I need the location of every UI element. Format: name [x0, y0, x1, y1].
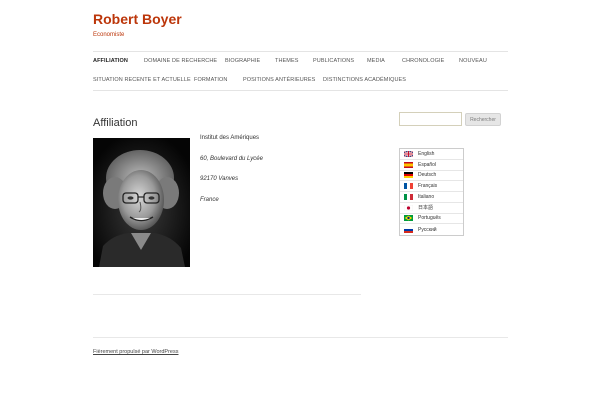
address-institution: Institut des Amériques	[200, 135, 260, 141]
language-item-english[interactable]: English	[400, 149, 463, 160]
search-input[interactable]	[399, 112, 462, 126]
japan-flag-icon	[404, 204, 413, 211]
russia-flag-icon	[404, 226, 413, 233]
content-divider	[93, 294, 361, 295]
language-item-russian[interactable]: Русский	[400, 224, 463, 235]
uk-flag-icon	[404, 150, 413, 157]
nav-item-formation[interactable]: FORMATION	[194, 77, 228, 83]
language-switcher: English Español Deutsch Français Italian…	[399, 148, 464, 236]
nav-item-affiliation[interactable]: AFFILIATION	[93, 58, 128, 64]
language-label: Português	[418, 215, 441, 222]
site-title[interactable]: Robert Boyer	[93, 11, 182, 27]
nav-item-domaine-de-recherche[interactable]: DOMAINE DE RECHERCHE	[144, 58, 217, 64]
address-country: France	[200, 197, 219, 203]
nav-item-publications[interactable]: PUBLICATIONS	[313, 58, 354, 64]
nav-item-biographie[interactable]: BIOGRAPHIE	[225, 58, 260, 64]
nav-top-divider	[93, 51, 508, 52]
search-button[interactable]: Rechercher	[465, 113, 501, 126]
nav-item-situation-recente[interactable]: SITUATION RECENTE ET ACTUELLE	[93, 77, 191, 83]
nav-item-distinctions-academiques[interactable]: DISTINCTIONS ACADÉMIQUES	[323, 77, 406, 83]
nav-item-positions-anterieures[interactable]: POSITIONS ANTÉRIEURES	[243, 77, 315, 83]
nav-item-media[interactable]: MEDIA	[367, 58, 385, 64]
language-label: Italiano	[418, 193, 435, 200]
portrait-photo	[93, 138, 190, 267]
france-flag-icon	[404, 183, 413, 190]
nav-item-nouveau[interactable]: NOUVEAU	[459, 58, 487, 64]
nav-item-chronologie[interactable]: CHRONOLOGIE	[402, 58, 444, 64]
language-item-german[interactable]: Deutsch	[400, 171, 463, 182]
page-title: Affiliation	[93, 117, 138, 130]
brazil-flag-icon	[404, 215, 413, 222]
language-item-italian[interactable]: Italiano	[400, 192, 463, 203]
site-tagline: Economiste	[93, 32, 125, 38]
footer-credit-link[interactable]: Fièrement propulsé par WordPress	[93, 349, 179, 355]
language-label: Deutsch	[418, 172, 437, 179]
germany-flag-icon	[404, 172, 413, 179]
address-street: 60, Boulevard du Lycée	[200, 156, 263, 162]
language-item-spanish[interactable]: Español	[400, 160, 463, 171]
language-item-japanese[interactable]: 日本語	[400, 203, 463, 214]
language-label: Français	[418, 183, 438, 190]
language-label: English	[418, 150, 435, 157]
spain-flag-icon	[404, 161, 413, 168]
address-city: 92170 Vanves	[200, 176, 239, 182]
language-item-portuguese[interactable]: Português	[400, 214, 463, 225]
nav-item-themes[interactable]: THEMES	[275, 58, 299, 64]
nav-bottom-divider	[93, 90, 508, 91]
language-label: Español	[418, 161, 437, 168]
italy-flag-icon	[404, 193, 413, 200]
footer-divider	[93, 337, 508, 338]
language-item-french[interactable]: Français	[400, 181, 463, 192]
language-label: 日本語	[418, 205, 434, 212]
page: Robert Boyer Economiste AFFILIATION DOMA…	[0, 0, 600, 400]
language-label: Русский	[418, 226, 437, 233]
portrait-image	[93, 138, 190, 267]
